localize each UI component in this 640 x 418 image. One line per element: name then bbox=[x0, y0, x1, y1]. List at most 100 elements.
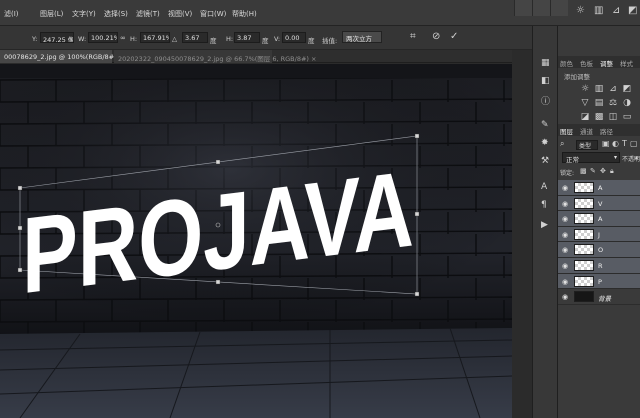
filter-adjust-icon[interactable]: ◐ bbox=[612, 139, 619, 148]
width-field[interactable]: 100.21% bbox=[88, 32, 118, 43]
layer-row[interactable]: ◉ J bbox=[558, 226, 640, 243]
character-icon[interactable]: A bbox=[541, 182, 547, 192]
visibility-eye-icon[interactable]: ◉ bbox=[562, 278, 568, 286]
lock-transparent-icon[interactable]: ▩ bbox=[580, 167, 587, 175]
angle-field[interactable]: 3.67 bbox=[182, 32, 208, 43]
hskew-field[interactable]: 3.87 bbox=[234, 32, 260, 43]
color-balance-icon[interactable]: ⚖ bbox=[606, 96, 620, 110]
options-bar: Y: 247.25 像3 W: 100.21% ∞ H: 167.91% △ 3… bbox=[0, 26, 532, 50]
blend-mode-select[interactable]: 正常 ▾ bbox=[562, 152, 620, 164]
history-icon[interactable]: ▦ bbox=[541, 58, 550, 68]
actions-icon[interactable]: ▶ bbox=[541, 220, 548, 230]
vibrance-icon[interactable]: ▽ bbox=[578, 96, 592, 110]
document-tab-bar: 00078629_2.jpg @ 100%(RGB/8#) × 20202322… bbox=[0, 50, 512, 63]
menu-item-filter[interactable]: 滤(I) bbox=[4, 9, 19, 19]
exposure-adj-icon[interactable]: ◩ bbox=[620, 82, 634, 96]
layer-row[interactable]: ◉ V bbox=[558, 195, 640, 212]
info-icon[interactable]: ⓘ bbox=[541, 94, 550, 107]
threshold-icon[interactable]: ◫ bbox=[606, 110, 620, 124]
paragraph-icon[interactable]: ¶ bbox=[541, 200, 547, 210]
tab-inactive-document[interactable]: 20202322_090450078629_2.jpg @ 66.7%(图层 6… bbox=[114, 50, 316, 63]
layer-name: V bbox=[598, 199, 603, 208]
menu-item-view[interactable]: 视图(V) bbox=[168, 9, 192, 19]
menu-item-filter-2[interactable]: 滤镜(T) bbox=[136, 9, 160, 19]
layer-name: O bbox=[598, 246, 604, 255]
visibility-eye-icon[interactable]: ◉ bbox=[562, 246, 568, 254]
commit-transform-icon[interactable]: ✓ bbox=[450, 31, 458, 42]
curves-adj-icon[interactable]: ⊿ bbox=[606, 82, 620, 96]
layer-thumbnail bbox=[574, 228, 594, 240]
tab-color[interactable]: 颜色 bbox=[560, 58, 573, 68]
tool-presets-icon[interactable]: ⚒ bbox=[541, 156, 549, 166]
properties-icon[interactable]: ◧ bbox=[541, 76, 550, 86]
layer-row[interactable]: ◉ P bbox=[558, 273, 640, 290]
close-window-button[interactable] bbox=[550, 0, 568, 16]
lock-all-icon[interactable]: 🔒︎ bbox=[610, 167, 614, 176]
filter-search-icon[interactable]: ⌕ bbox=[560, 139, 564, 149]
brightness-icon[interactable]: ☼ bbox=[576, 5, 585, 16]
tab-swatches[interactable]: 色板 bbox=[580, 58, 593, 68]
minimize-button[interactable] bbox=[514, 0, 532, 16]
bw-icon[interactable]: ◑ bbox=[620, 96, 634, 110]
visibility-eye-icon[interactable]: ◉ bbox=[562, 293, 568, 301]
scroll-up-icon[interactable]: ▴ bbox=[635, 154, 638, 161]
vskew-field[interactable]: 0.00 bbox=[282, 32, 306, 43]
layer-name: A bbox=[598, 215, 603, 224]
visibility-eye-icon[interactable]: ◉ bbox=[562, 184, 568, 192]
tab-adjustments[interactable]: 调整 bbox=[600, 58, 613, 68]
layer-row[interactable]: ◉ A bbox=[558, 211, 640, 227]
layer-thumbnail bbox=[574, 259, 594, 271]
levels-adj-icon[interactable]: ▥ bbox=[592, 82, 606, 96]
layer-kind-select[interactable]: 类型 bbox=[576, 140, 598, 150]
menu-item-window[interactable]: 窗口(W) bbox=[200, 9, 226, 19]
layer-name: P bbox=[598, 277, 602, 286]
layer-row[interactable]: ◉ O bbox=[558, 242, 640, 258]
menu-item-layer[interactable]: 图层(L) bbox=[40, 9, 63, 19]
layer-row-background[interactable]: ◉ 背景 bbox=[558, 289, 640, 305]
tab-channels[interactable]: 通道 bbox=[580, 126, 593, 136]
h-label: H: bbox=[130, 35, 138, 43]
visibility-eye-icon[interactable]: ◉ bbox=[562, 215, 568, 223]
filter-type-icon[interactable]: T bbox=[622, 139, 627, 148]
tab-styles[interactable]: 样式 bbox=[620, 58, 633, 68]
menu-item-select[interactable]: 选择(S) bbox=[104, 9, 128, 19]
tab-active-document[interactable]: 00078629_2.jpg @ 100%(RGB/8#) × bbox=[0, 50, 124, 63]
layer-row[interactable]: ◉ A bbox=[558, 180, 640, 196]
posterize-icon[interactable]: ▩ bbox=[592, 110, 606, 124]
menu-item-type[interactable]: 文字(Y) bbox=[72, 9, 96, 19]
hue-sat-icon[interactable]: ▤ bbox=[592, 96, 606, 110]
document-canvas[interactable]: PROJAVA bbox=[0, 64, 512, 418]
invert-icon[interactable]: ◪ bbox=[578, 110, 592, 124]
interpolation-select[interactable]: 两次立方 bbox=[342, 31, 382, 43]
levels-icon[interactable]: ▥ bbox=[594, 5, 603, 16]
layer-thumbnail bbox=[574, 244, 594, 256]
maximize-button[interactable] bbox=[532, 0, 550, 16]
filter-pixel-icon[interactable]: ▣ bbox=[602, 139, 610, 148]
visibility-eye-icon[interactable]: ◉ bbox=[562, 231, 568, 239]
cancel-transform-icon[interactable]: ⊘ bbox=[432, 31, 440, 42]
link-icon[interactable]: ∞ bbox=[120, 34, 126, 42]
layer-name: J bbox=[598, 230, 600, 239]
layers-panel-tabs: 图层 通道 路径 bbox=[558, 124, 640, 136]
canvas-artwork[interactable]: PROJAVA bbox=[0, 78, 512, 418]
lock-image-icon[interactable]: ✎ bbox=[590, 167, 596, 175]
brightness-contrast-icon[interactable]: ☼ bbox=[578, 82, 592, 96]
warp-mode-icon[interactable]: ⌗ bbox=[410, 31, 416, 42]
visibility-eye-icon[interactable]: ◉ bbox=[562, 262, 568, 270]
filter-shape-icon[interactable]: ▢ bbox=[630, 139, 638, 148]
curves-icon[interactable]: ⊿ bbox=[612, 5, 620, 16]
layer-row[interactable]: ◉ R bbox=[558, 257, 640, 274]
tab-paths[interactable]: 路径 bbox=[600, 126, 613, 136]
menu-item-help[interactable]: 帮助(H) bbox=[232, 9, 257, 19]
lock-position-icon[interactable]: ✥ bbox=[600, 167, 606, 175]
visibility-eye-icon[interactable]: ◉ bbox=[562, 200, 568, 208]
gradient-map-icon[interactable]: ▭ bbox=[620, 110, 634, 124]
clone-source-icon[interactable]: ✸ bbox=[541, 138, 549, 148]
exposure-icon[interactable]: ◩ bbox=[628, 5, 637, 16]
tab-layers[interactable]: 图层 bbox=[560, 126, 573, 136]
y-position-field[interactable]: 247.25 像3 bbox=[40, 32, 74, 43]
vskew-unit: 度 bbox=[308, 37, 315, 45]
lock-row: 锁定: ▩ ✎ ✥ 🔒︎ bbox=[558, 166, 640, 178]
brush-settings-icon[interactable]: ✎ bbox=[541, 120, 549, 130]
height-field[interactable]: 167.91% bbox=[140, 32, 170, 43]
